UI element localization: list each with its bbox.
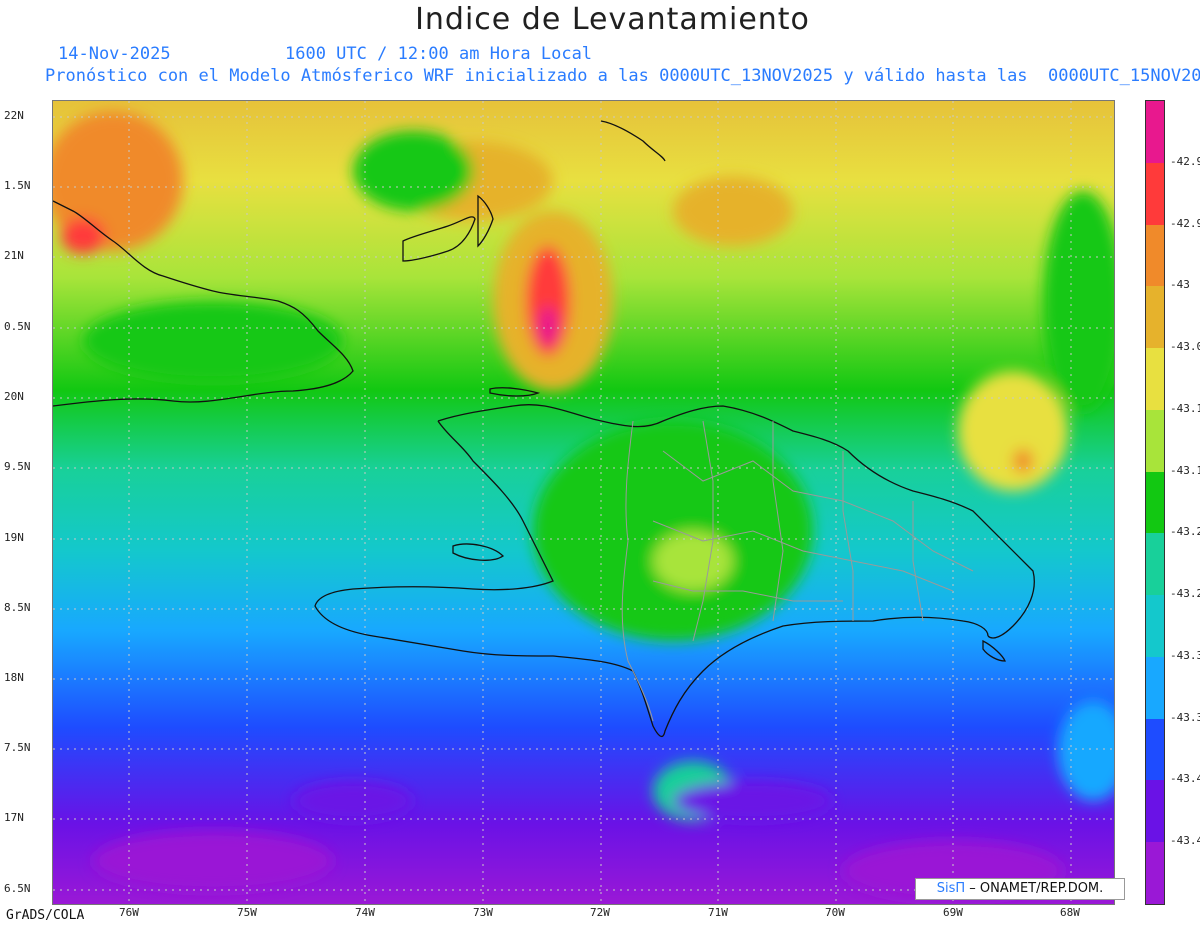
colorbar-swatch [1146, 348, 1164, 411]
lat-label: 18N [4, 671, 24, 684]
colorbar-swatch [1146, 656, 1164, 720]
lat-label: 0.5N [4, 320, 31, 333]
credit-text: – ONAMET/REP.DOM. [969, 881, 1104, 896]
colorbar-label: -43.4 [1170, 834, 1200, 848]
map-title: Indice de Levantamiento [415, 2, 810, 37]
colorbar-label: -43.3 [1170, 710, 1200, 724]
colorbar-swatch [1146, 101, 1164, 164]
colorbar-label: -42.9 [1170, 216, 1200, 230]
credit-box: SisΠ – ONAMET/REP.DOM. [915, 878, 1125, 900]
lat-label: 9.5N [4, 460, 31, 473]
colorbar [1145, 100, 1165, 905]
colorbar-label: -43.2 [1170, 587, 1200, 601]
lat-label: 7.5N [4, 741, 31, 754]
lat-label: 6.5N [4, 882, 31, 895]
lon-label: 75W [237, 906, 257, 919]
lat-label: 21N [4, 249, 24, 262]
lon-label: 70W [825, 906, 845, 919]
colorbar-label: -42.9 [1170, 154, 1200, 168]
lon-label: 74W [355, 906, 375, 919]
lat-label: 1.5N [4, 179, 31, 192]
lon-label: 68W [1060, 906, 1080, 919]
colorbar-swatch [1146, 533, 1164, 596]
lon-label: 72W [590, 906, 610, 919]
colorbar-label: -43.3 [1170, 648, 1200, 662]
colorbar-label: -43.4 [1170, 772, 1200, 786]
map-canvas [53, 101, 1114, 904]
lat-label: 22N [4, 109, 24, 122]
colorbar-swatch [1146, 286, 1164, 349]
colorbar-swatch [1146, 409, 1164, 473]
lat-label: 8.5N [4, 601, 31, 614]
colorbar-swatch [1146, 471, 1164, 534]
lat-label: 19N [4, 531, 24, 544]
colorbar-swatch [1146, 595, 1164, 658]
colorbar-swatch [1146, 718, 1164, 781]
colorbar-label: -43.2 [1170, 525, 1200, 539]
lifted-index-map [52, 100, 1115, 905]
lat-label: 20N [4, 390, 24, 403]
colorbar-label: -43.0 [1170, 340, 1200, 354]
colorbar-label: -43 [1170, 278, 1190, 292]
forecast-time: 1600 UTC / 12:00 am Hora Local [285, 44, 593, 64]
colorbar-swatch [1146, 780, 1164, 843]
model-description: Pronóstico con el Modelo Atmósferico WRF… [45, 66, 1200, 86]
colorbar-label: -43.1 [1170, 463, 1200, 477]
lon-label: 73W [473, 906, 493, 919]
lat-label: 17N [4, 811, 24, 824]
grads-footer: GrADS/COLA [6, 908, 85, 923]
colorbar-swatch [1146, 224, 1164, 287]
credit-brand: SisΠ [936, 881, 966, 896]
lon-label: 69W [943, 906, 963, 919]
colorbar-swatch [1146, 162, 1164, 226]
lon-label: 71W [708, 906, 728, 919]
lon-label: 76W [119, 906, 139, 919]
colorbar-label: -43.1 [1170, 401, 1200, 415]
forecast-date: 14-Nov-2025 [58, 44, 171, 64]
colorbar-swatch [1146, 842, 1164, 905]
